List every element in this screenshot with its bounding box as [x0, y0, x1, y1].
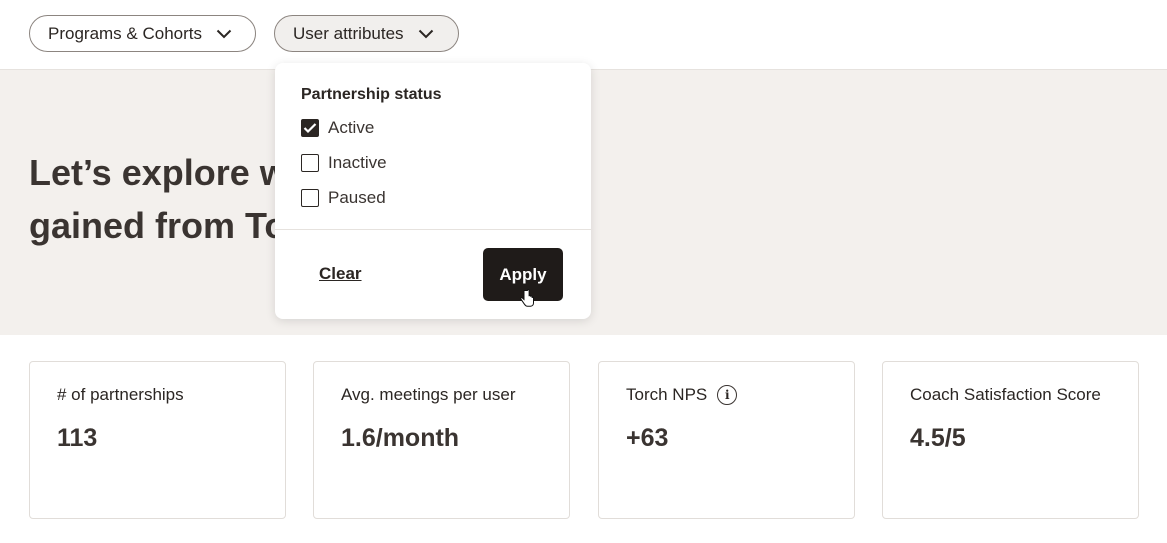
- option-label: Active: [328, 118, 375, 137]
- option-inactive[interactable]: Inactive: [301, 153, 387, 173]
- metric-label-row: Torch NPS i: [626, 385, 738, 405]
- user-attributes-filter[interactable]: User attributes: [274, 15, 459, 52]
- user-attributes-label: User attributes: [293, 23, 404, 43]
- option-paused[interactable]: Paused: [301, 188, 386, 208]
- metric-label: Torch NPS: [626, 385, 708, 404]
- hand-cursor-icon: [520, 289, 534, 307]
- metric-card-satisfaction: Coach Satisfaction Score 4.5/5: [882, 361, 1139, 519]
- metric-label: Coach Satisfaction Score: [910, 385, 1101, 404]
- option-label: Inactive: [328, 153, 387, 172]
- metrics-section: # of partnerships 113 Avg. meetings per …: [0, 335, 1167, 543]
- filter-bar: Programs & Cohorts User attributes: [0, 0, 1167, 70]
- partnership-status-heading: Partnership status: [301, 86, 442, 103]
- divider: [275, 229, 591, 230]
- chevron-down-icon: [216, 29, 232, 38]
- metric-value: 113: [57, 424, 98, 452]
- user-attributes-dropdown: Partnership status Active Inactive Pause…: [275, 63, 591, 319]
- option-label: Paused: [328, 188, 386, 207]
- metric-value: 1.6/month: [341, 424, 460, 452]
- chevron-down-icon: [418, 29, 433, 38]
- apply-label: Apply: [499, 264, 547, 284]
- metric-card-meetings: Avg. meetings per user 1.6/month: [313, 361, 570, 519]
- metric-label: Avg. meetings per user: [341, 385, 516, 404]
- checkbox-icon[interactable]: [301, 154, 319, 172]
- checkbox-icon[interactable]: [301, 189, 319, 207]
- info-icon[interactable]: i: [717, 385, 738, 405]
- checkbox-checked-icon[interactable]: [301, 119, 319, 137]
- metric-value: 4.5/5: [910, 424, 966, 452]
- programs-cohorts-label: Programs & Cohorts: [48, 23, 202, 43]
- metric-label: # of partnerships: [57, 385, 184, 404]
- clear-button[interactable]: Clear: [319, 264, 362, 284]
- programs-cohorts-filter[interactable]: Programs & Cohorts: [29, 15, 256, 52]
- option-active[interactable]: Active: [301, 118, 374, 138]
- metric-card-nps: Torch NPS i +63: [598, 361, 855, 519]
- metric-card-partnerships: # of partnerships 113: [29, 361, 286, 519]
- metric-value: +63: [626, 424, 669, 452]
